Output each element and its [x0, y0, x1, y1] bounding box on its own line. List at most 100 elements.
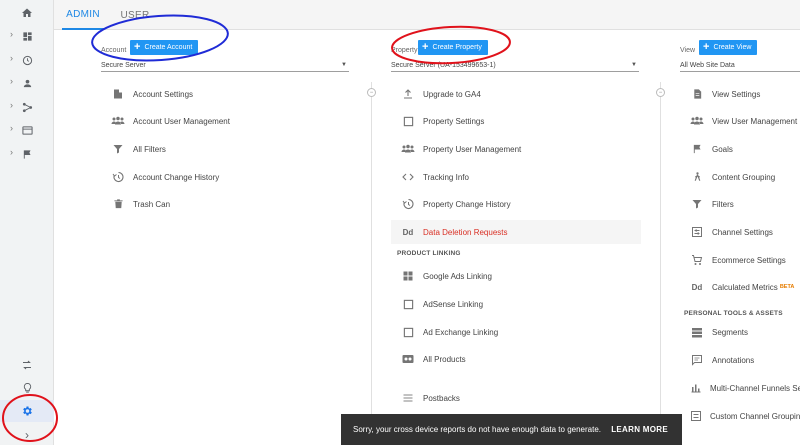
people-icon [690, 114, 704, 128]
menu-postbacks[interactable]: Postbacks [391, 386, 641, 410]
menu-label: Ecommerce Settings [712, 255, 786, 265]
column-divider [371, 82, 372, 445]
admin-tabs-bar: ADMIN USER [54, 0, 800, 30]
postbacks-icon [401, 391, 415, 405]
menu-property-change-history[interactable]: Property Change History [391, 192, 641, 216]
account-select[interactable]: Secure Server ▼ [101, 60, 349, 72]
history-icon [401, 197, 415, 211]
menu-view-settings[interactable]: View Settings [680, 82, 800, 106]
property-select[interactable]: Secure Server (UA-153499653-1) ▼ [391, 60, 639, 72]
expand-icon: › [25, 428, 29, 442]
menu-label: Account Settings [133, 89, 194, 99]
comment-icon [690, 353, 704, 367]
view-select[interactable]: All Web Site Data [680, 60, 800, 72]
menu-label: Multi-Channel Funnels Settin [710, 383, 800, 393]
menu-label: Account User Management [133, 116, 230, 126]
menu-label: Segments [712, 327, 749, 337]
plus-icon: + [134, 41, 141, 53]
menu-property-user-management[interactable]: Property User Management [391, 137, 641, 161]
snackbar-message: Sorry, your cross device reports do not … [353, 425, 601, 434]
menu-google-ads-linking[interactable]: Google Ads Linking [391, 264, 641, 288]
product-linking-heading: PRODUCT LINKING [397, 250, 461, 257]
tab-admin-label: ADMIN [66, 8, 100, 20]
collapse-icon[interactable]: − [367, 88, 376, 97]
menu-ecommerce-settings[interactable]: Ecommerce Settings [680, 248, 800, 272]
menu-annotations[interactable]: Annotations [680, 348, 800, 372]
create-property-button[interactable]: + Create Property [418, 40, 488, 55]
plus-icon: + [422, 41, 429, 53]
menu-label: Upgrade to GA4 [423, 89, 481, 99]
menu-tracking-info[interactable]: Tracking Info [391, 165, 641, 189]
lightbulb-icon [23, 382, 31, 393]
menu-ad-exchange-linking[interactable]: Ad Exchange Linking [391, 320, 641, 344]
menu-upgrade-ga4[interactable]: Upgrade to GA4 [391, 82, 641, 106]
account-label: Account [101, 46, 127, 54]
collapse-icon[interactable]: − [656, 88, 665, 97]
flag-icon [23, 149, 31, 159]
menu-property-settings[interactable]: Property Settings [391, 109, 641, 133]
menu-label: Property Change History [423, 199, 511, 209]
customization-nav[interactable]: › [0, 25, 54, 47]
tab-admin[interactable]: ADMIN [62, 0, 104, 30]
behavior-nav[interactable]: › [0, 119, 54, 141]
tab-user[interactable]: USER [118, 0, 152, 30]
caret-down-icon: ▼ [631, 62, 637, 68]
menu-label: Goals [712, 144, 733, 154]
trash-icon [111, 197, 125, 211]
menu-data-deletion-requests[interactable]: Dd Data Deletion Requests [391, 220, 641, 244]
menu-label: View User Management [712, 116, 798, 126]
menu-channel-settings[interactable]: Channel Settings [680, 220, 800, 244]
products-icon [401, 352, 415, 366]
property-select-value: Secure Server (UA-153499653-1) [391, 62, 496, 69]
menu-trash-can[interactable]: Trash Can [101, 192, 351, 216]
menu-custom-channel-grouping[interactable]: Custom Channel Grouping [680, 404, 800, 428]
dd-icon: Dd [402, 227, 414, 237]
menu-account-user-management[interactable]: Account User Management [101, 109, 351, 133]
menu-goals[interactable]: Goals [680, 137, 800, 161]
home-nav[interactable] [0, 2, 54, 24]
menu-label: AdSense Linking [423, 299, 484, 309]
menu-label: Account Change History [133, 172, 220, 182]
realtime-nav[interactable]: › [0, 49, 54, 71]
menu-label: Trash Can [133, 199, 171, 209]
menu-content-grouping[interactable]: Content Grouping [680, 165, 800, 189]
chevron-right-icon: › [10, 53, 13, 63]
menu-label: Postbacks [423, 393, 460, 403]
person-icon [23, 79, 31, 87]
menu-label: All Filters [133, 144, 166, 154]
menu-account-change-history[interactable]: Account Change History [101, 165, 351, 189]
menu-label: Channel Settings [712, 227, 773, 237]
left-nav-rail: › › › › › › › [0, 0, 54, 445]
create-account-button[interactable]: + Create Account [130, 40, 199, 55]
audience-nav[interactable]: › [0, 72, 54, 94]
view-select-value: All Web Site Data [680, 62, 735, 69]
chevron-right-icon: › [10, 147, 13, 157]
menu-filters[interactable]: Filters [680, 192, 800, 216]
acquisition-nav[interactable]: › [0, 96, 54, 118]
menu-view-user-management[interactable]: View User Management [680, 109, 800, 133]
insights-nav[interactable] [0, 377, 54, 399]
menu-all-filters[interactable]: All Filters [101, 137, 351, 161]
menu-account-settings[interactable]: Account Settings [101, 82, 351, 106]
conversions-nav[interactable]: › [0, 143, 54, 165]
learn-more-button[interactable]: LEARN MORE [611, 425, 668, 434]
admin-nav[interactable] [0, 400, 54, 422]
beta-badge: BETA [779, 284, 795, 290]
dashboard-icon [22, 31, 32, 41]
menu-multi-channel-funnels[interactable]: Multi-Channel Funnels Settin [680, 376, 800, 400]
people-icon [401, 142, 415, 156]
create-view-label: Create View [713, 44, 752, 51]
menu-label: Google Ads Linking [423, 271, 492, 281]
menu-all-products[interactable]: All Products [391, 347, 641, 371]
menu-adsense-linking[interactable]: AdSense Linking [391, 292, 641, 316]
create-view-button[interactable]: + Create View [699, 40, 758, 55]
tab-user-label: USER [120, 9, 150, 21]
menu-calculated-metrics[interactable]: Dd Calculated Metrics BETA [680, 275, 800, 299]
dd-icon: Dd [691, 282, 703, 292]
menu-label: Content Grouping [712, 172, 776, 182]
plus-icon: + [703, 41, 710, 53]
menu-segments[interactable]: Segments [680, 320, 800, 344]
menu-label: Ad Exchange Linking [423, 327, 499, 337]
expand-nav[interactable]: › [0, 424, 54, 445]
discover-nav[interactable] [0, 354, 54, 376]
